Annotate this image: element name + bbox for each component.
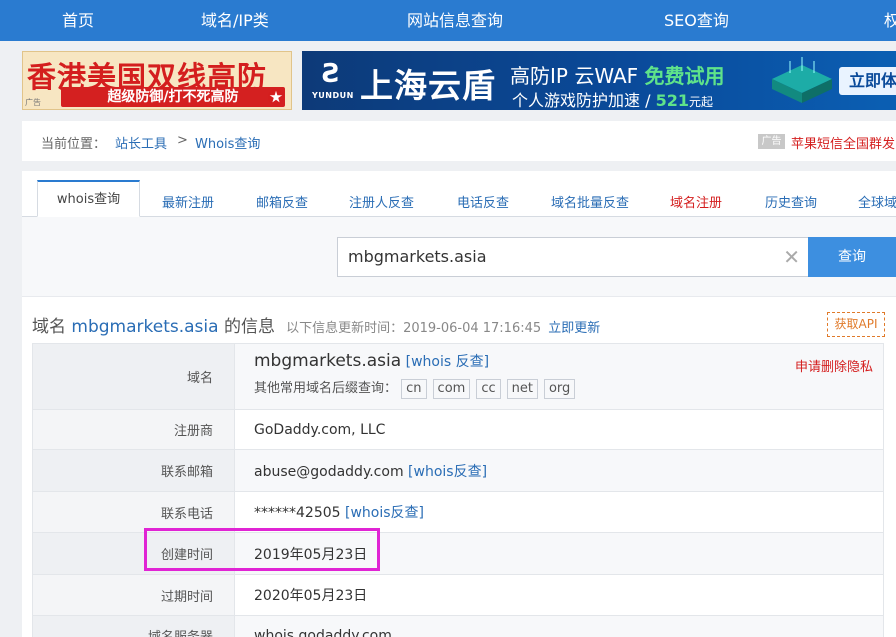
ad-line1: 高防IP 云WAF 免费试用 bbox=[510, 64, 725, 88]
row-value-nameserver: whois.godaddy.com bbox=[234, 615, 884, 637]
phone-whois-reverse-link[interactable]: [whois反查] bbox=[345, 505, 424, 521]
ad-tag: 广告 bbox=[25, 98, 41, 107]
breadcrumb-label: 当前位置： bbox=[41, 137, 107, 152]
row-value-registrar: GoDaddy.com, LLC bbox=[234, 409, 884, 450]
suffix-cc[interactable]: cc bbox=[476, 378, 501, 399]
table-row: 注册商 GoDaddy.com, LLC bbox=[32, 409, 884, 450]
tab-email-reverse[interactable]: 邮箱反查 bbox=[256, 192, 308, 211]
domain-whois-reverse-link[interactable]: [whois 反查] bbox=[406, 354, 489, 370]
suffix-query-label: 其他常用域名后缀查询： bbox=[254, 380, 398, 396]
whois-panel: whois查询 最新注册 邮箱反查 注册人反查 电话反查 域名批量反查 域名注册… bbox=[22, 171, 896, 637]
tab-phone-reverse[interactable]: 电话反查 bbox=[457, 192, 509, 211]
table-row: 联系邮箱 abuse@godaddy.com [whois反查] bbox=[32, 449, 884, 492]
row-label-email: 联系邮箱 bbox=[32, 449, 235, 492]
tab-history[interactable]: 历史查询 bbox=[765, 192, 817, 211]
yundun-logo: Ƨ YUNDUN bbox=[312, 59, 356, 103]
update-now-link[interactable]: 立即更新 bbox=[548, 321, 600, 336]
row-label-phone: 联系电话 bbox=[32, 491, 235, 533]
ad-banner-hk-us[interactable]: 香港美国双线高防 超级防御/打不死高防 广告 bbox=[22, 51, 292, 110]
email-value: abuse@godaddy.com bbox=[254, 463, 404, 480]
tab-latest-registered[interactable]: 最新注册 bbox=[162, 192, 214, 211]
breadcrumb-separator: > bbox=[177, 133, 188, 148]
update-time: 以下信息更新时间：2019-06-04 17:16:45 bbox=[286, 321, 542, 336]
row-value-domain: mbgmarkets.asia [whois 反查] 其他常用域名后缀查询： c… bbox=[234, 343, 884, 410]
breadcrumb-link-whois[interactable]: Whois查询 bbox=[195, 133, 260, 152]
row-label-expire: 过期时间 bbox=[32, 574, 235, 616]
row-value-expire: 2020年05月23日 bbox=[234, 574, 884, 616]
suffix-com[interactable]: com bbox=[432, 378, 471, 399]
ad-line2: 个人游戏防护加速 / 521元起 bbox=[512, 91, 713, 110]
table-row: 域名服务器 whois.godaddy.com bbox=[32, 615, 884, 637]
row-value-phone: ******42505 [whois反查] bbox=[234, 491, 884, 533]
ad-brand: YUNDUN bbox=[312, 91, 354, 100]
info-title-suffix: 的信息 bbox=[218, 317, 275, 337]
email-whois-reverse-link[interactable]: [whois反查] bbox=[408, 464, 487, 480]
ad-banner-yundun[interactable]: Ƨ YUNDUN 上海云盾 高防IP 云WAF 免费试用 个人游戏防护加速 / … bbox=[302, 51, 896, 110]
info-title-prefix: 域名 bbox=[32, 317, 72, 337]
tab-domain-register[interactable]: 域名注册 bbox=[670, 192, 722, 211]
ad-subline: 超级防御/打不死高防 bbox=[61, 87, 285, 107]
info-title-domain[interactable]: mbgmarkets.asia bbox=[71, 317, 218, 337]
nav-seo[interactable]: SEO查询 bbox=[664, 0, 729, 41]
get-api-button[interactable]: 获取API bbox=[827, 312, 885, 337]
suffix-net[interactable]: net bbox=[506, 378, 538, 399]
tab-global-domain[interactable]: 全球域 bbox=[858, 192, 896, 211]
query-button[interactable]: 查询 bbox=[808, 237, 896, 277]
search-row: mbgmarkets.asia ✕ 查询 bbox=[22, 217, 896, 297]
search-input-value: mbgmarkets.asia bbox=[348, 247, 487, 266]
table-row: 过期时间 2020年05月23日 bbox=[32, 574, 884, 616]
row-value-email: abuse@godaddy.com [whois反查] bbox=[234, 449, 884, 492]
bauhinia-flower-icon bbox=[267, 88, 285, 106]
tab-batch-reverse[interactable]: 域名批量反查 bbox=[551, 192, 629, 211]
suffix-cn[interactable]: cn bbox=[401, 378, 427, 399]
ad-big-title: 上海云盾 bbox=[360, 66, 496, 105]
nav-home[interactable]: 首页 bbox=[62, 0, 94, 41]
nav-domain-ip[interactable]: 域名/IP类 bbox=[201, 0, 269, 41]
nav-site-info[interactable]: 网站信息查询 bbox=[407, 0, 503, 41]
info-header: 域名 mbgmarkets.asia 的信息 以下信息更新时间：2019-06-… bbox=[32, 312, 600, 337]
row-label-domain: 域名 bbox=[32, 343, 235, 410]
breadcrumb: 当前位置： 站长工具 > Whois查询 广告 苹果短信全国群发 bbox=[22, 121, 896, 161]
yundun-logo-icon: Ƨ bbox=[322, 59, 341, 89]
whois-info-table: 域名 mbgmarkets.asia [whois 反查] 其他常用域名后缀查询… bbox=[32, 343, 884, 637]
breadcrumb-link-tools[interactable]: 站长工具 bbox=[115, 133, 167, 152]
top-nav: 首页 域名/IP类 网站信息查询 SEO查询 权 bbox=[0, 0, 896, 41]
row-value-created: 2019年05月23日 bbox=[234, 532, 884, 575]
tab-bar: whois查询 最新注册 邮箱反查 注册人反查 电话反查 域名批量反查 域名注册… bbox=[22, 171, 896, 217]
ad-cta-button[interactable]: 立即体 bbox=[839, 67, 896, 95]
row-label-registrar: 注册商 bbox=[32, 409, 235, 450]
clear-icon[interactable]: ✕ bbox=[783, 238, 800, 276]
domain-value: mbgmarkets.asia bbox=[254, 350, 402, 371]
remove-privacy-link[interactable]: 申请删除隐私 bbox=[795, 356, 873, 375]
row-label-created: 创建时间 bbox=[32, 532, 235, 575]
tab-whois[interactable]: whois查询 bbox=[37, 180, 140, 217]
domain-search-input[interactable]: mbgmarkets.asia ✕ bbox=[337, 237, 809, 277]
phone-value: ******42505 bbox=[254, 505, 341, 521]
table-row: 创建时间 2019年05月23日 bbox=[32, 532, 884, 575]
text-ad-link[interactable]: 苹果短信全国群发 bbox=[791, 133, 895, 152]
row-label-nameserver: 域名服务器 bbox=[32, 615, 235, 637]
table-row: 联系电话 ******42505 [whois反查] bbox=[32, 491, 884, 533]
circuit-cube-icon bbox=[772, 57, 832, 103]
suffix-org[interactable]: org bbox=[543, 378, 576, 399]
nav-weight[interactable]: 权 bbox=[884, 0, 896, 41]
tab-registrant-reverse[interactable]: 注册人反查 bbox=[349, 192, 414, 211]
table-row: 域名 mbgmarkets.asia [whois 反查] 其他常用域名后缀查询… bbox=[32, 343, 884, 410]
ad-label-badge: 广告 bbox=[758, 134, 785, 149]
